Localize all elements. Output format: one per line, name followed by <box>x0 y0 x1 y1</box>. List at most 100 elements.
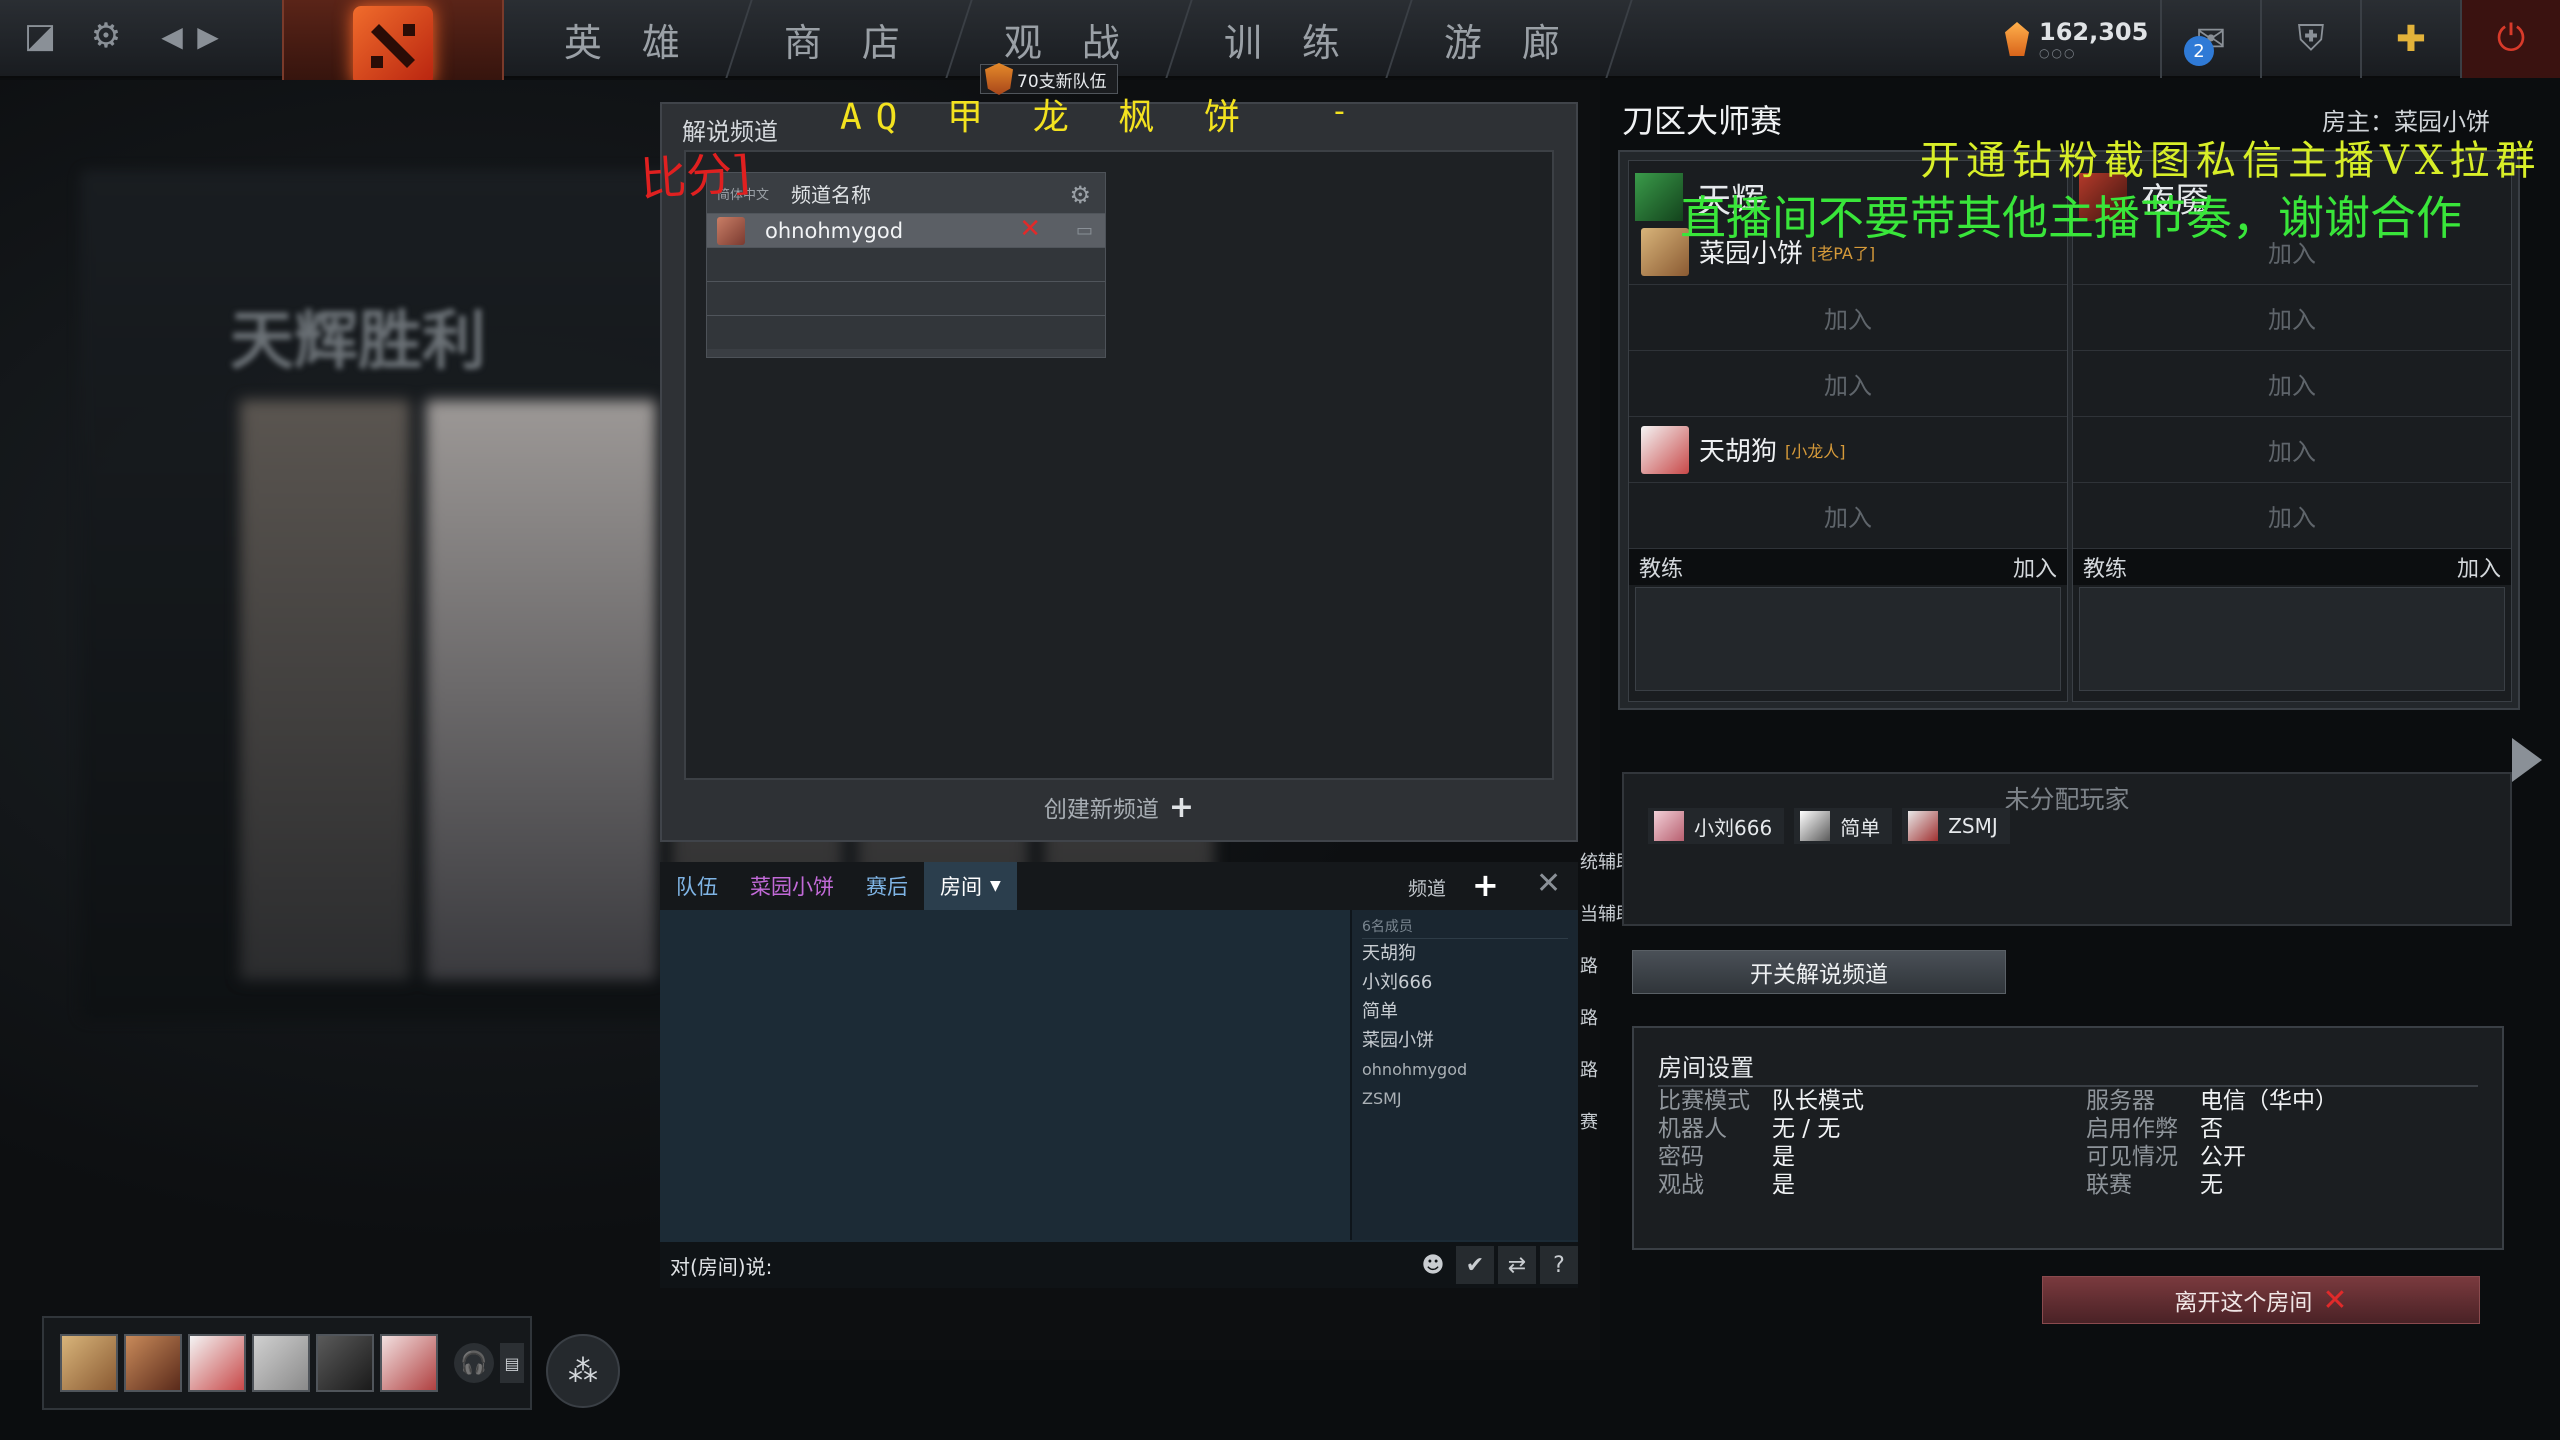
empty-slot[interactable]: 加入 <box>2073 483 2511 549</box>
armory-button[interactable]: ⛨ <box>2260 0 2360 78</box>
channel-list: 简体中文 频道名称 ⚙ ohnohmygod ✕ ▭ <box>706 172 1106 358</box>
coach-join-button[interactable]: 加入 <box>2013 551 2057 583</box>
empty-slot[interactable]: 加入 <box>2073 351 2511 417</box>
tab-lobby-label: 房间 <box>940 875 982 899</box>
empty-channel-row <box>707 315 1105 349</box>
leave-lobby-label: 离开这个房间 <box>2174 1290 2313 1316</box>
expand-arrow-icon[interactable] <box>2512 738 2542 782</box>
leave-lobby-button[interactable]: 离开这个房间 ✕ <box>2042 1276 2480 1324</box>
party-avatar[interactable] <box>60 1334 118 1392</box>
chevron-down-icon: ▼ <box>990 878 1001 894</box>
player-slot[interactable]: 天胡狗 [小龙人] <box>1629 417 2067 483</box>
forward-arrow-icon[interactable]: ▶ <box>186 14 230 58</box>
coach-slot <box>1635 587 2061 691</box>
tab-postgame[interactable]: 赛后 <box>850 862 924 910</box>
party-avatar[interactable] <box>252 1334 310 1392</box>
emoji-icon[interactable]: ☻ <box>1414 1246 1452 1284</box>
shard-count: 162,305 <box>2039 18 2149 46</box>
radiant-icon <box>1635 173 1683 221</box>
coach-join-button[interactable]: 加入 <box>2457 551 2501 583</box>
setting-key: 观战 <box>1658 1172 1704 1198</box>
setting-row: 密码是 <box>1658 1140 1864 1170</box>
nav-store[interactable]: 商 店 <box>727 0 973 78</box>
shard-currency[interactable]: 162,305 ○○○ <box>2005 18 2148 60</box>
dota-plus-button[interactable]: ✚ <box>2360 0 2460 78</box>
nav-heroes[interactable]: 英 雄 <box>507 0 753 78</box>
empty-slot[interactable]: 加入 <box>1629 285 2067 351</box>
member-count: 6名成员 <box>1362 916 1568 939</box>
setting-row: 可见情况 公开 <box>2086 1140 2338 1170</box>
tab-player[interactable]: 菜园小饼 <box>734 862 850 910</box>
member-item[interactable]: 菜园小饼 <box>1362 1026 1568 1055</box>
player-avatar <box>1641 425 1689 474</box>
toggle-commentary-button[interactable]: 开关解说频道 <box>1632 950 2006 994</box>
unassigned-player[interactable]: 简单 <box>1794 808 1893 844</box>
lock-icon[interactable]: ▤ <box>500 1343 524 1383</box>
shard-icon <box>2005 22 2029 56</box>
translate-icon[interactable]: ⇄ <box>1498 1246 1536 1284</box>
nav-learn[interactable]: 训 练 <box>1167 0 1413 78</box>
member-item[interactable]: ZSMJ <box>1362 1084 1568 1113</box>
party-avatar[interactable] <box>124 1334 182 1392</box>
setting-row: 联赛 无 <box>2086 1168 2338 1198</box>
channels-label[interactable]: 频道 <box>1408 874 1446 901</box>
channel-settings-gear-icon[interactable]: ⚙ <box>1069 181 1091 209</box>
setting-value: 无 <box>2200 1172 2223 1198</box>
gear-icon[interactable]: ⚙ <box>84 14 128 58</box>
checkmark-icon[interactable]: ✔ <box>1456 1246 1494 1284</box>
lobby-title: 刀区大师赛 <box>1622 102 1783 140</box>
create-channel-button[interactable]: 创建新频道 + <box>662 790 1576 825</box>
home-logo-tab[interactable] <box>282 0 504 92</box>
party-menu-button[interactable]: ⁂ <box>546 1334 620 1408</box>
chat-input-bar[interactable]: 对(房间)说: ☻ ✔ ⇄ ? <box>660 1242 1578 1288</box>
empty-channel-row <box>707 281 1105 315</box>
nav-arcade[interactable]: 游 廊 <box>1387 0 1633 78</box>
tab-lobby[interactable]: 房间 ▼ <box>924 862 1017 910</box>
add-channel-plus-icon[interactable]: + <box>1472 866 1499 904</box>
coach-slot <box>2079 587 2505 691</box>
cut-off-text: 赛 <box>1580 1112 1598 1133</box>
cut-off-text: 路 <box>1580 956 1598 977</box>
empty-slot[interactable]: 加入 <box>1629 351 2067 417</box>
headset-icon[interactable]: 🎧 <box>454 1343 494 1383</box>
member-item[interactable]: 天胡狗 <box>1362 939 1568 968</box>
member-item[interactable]: ohnohmygod <box>1362 1055 1568 1084</box>
join-slot-label: 加入 <box>2268 306 2316 334</box>
party-avatar[interactable] <box>316 1334 374 1392</box>
join-slot-label: 加入 <box>1824 372 1872 400</box>
close-x-icon: ✕ <box>2322 1282 2348 1318</box>
party-avatar[interactable] <box>380 1334 438 1392</box>
member-item[interactable]: 简单 <box>1362 997 1568 1026</box>
empty-slot[interactable]: 加入 <box>2073 285 2511 351</box>
close-chat-icon[interactable]: ✕ <box>1536 866 1561 901</box>
plus-icon: + <box>1168 790 1195 825</box>
power-button[interactable]: ⏻ <box>2460 0 2560 78</box>
player-avatar <box>1800 811 1831 841</box>
remove-channel-x-icon[interactable]: ✕ <box>1019 214 1041 244</box>
coach-label: 教练 <box>1639 557 1684 582</box>
mail-badge: 2 <box>2184 36 2214 66</box>
unassigned-player[interactable]: 小刘666 <box>1648 808 1785 844</box>
empty-slot[interactable]: 加入 <box>1629 483 2067 549</box>
camera-icon[interactable]: ▭ <box>1076 220 1093 241</box>
chat-input-buttons: ☻ ✔ ⇄ ? <box>1414 1242 1578 1288</box>
player-tag: [小龙人] <box>1785 441 1846 461</box>
stream-overlay-red: 比分] <box>638 145 752 207</box>
setting-value: 是 <box>1772 1172 1795 1198</box>
hero-card <box>426 400 656 980</box>
member-item[interactable]: 小刘666 <box>1362 968 1568 997</box>
help-icon[interactable]: ? <box>1540 1246 1578 1284</box>
party-avatar[interactable] <box>188 1334 246 1392</box>
channel-row[interactable]: ohnohmygod ✕ ▭ <box>707 213 1105 247</box>
settings-left-column: 比赛模式 队长模式 机器人无 / 无 密码是 观战 是 <box>1658 1084 1864 1198</box>
join-slot-label: 加入 <box>1824 504 1872 532</box>
channel-panel-body: 简体中文 频道名称 ⚙ ohnohmygod ✕ ▭ <box>684 150 1554 780</box>
tab-team[interactable]: 队伍 <box>660 862 734 910</box>
channel-name: ohnohmygod <box>765 218 904 243</box>
empty-slot[interactable]: 加入 <box>2073 417 2511 483</box>
dota-menu-icon[interactable]: ◪ <box>18 14 62 58</box>
coach-header: 教练 加入 <box>1629 549 2067 585</box>
mail-button[interactable]: ✉ 2 <box>2160 0 2260 78</box>
unassigned-player[interactable]: ZSMJ <box>1902 808 2010 844</box>
setting-row: 启用作弊否 <box>2086 1112 2338 1142</box>
